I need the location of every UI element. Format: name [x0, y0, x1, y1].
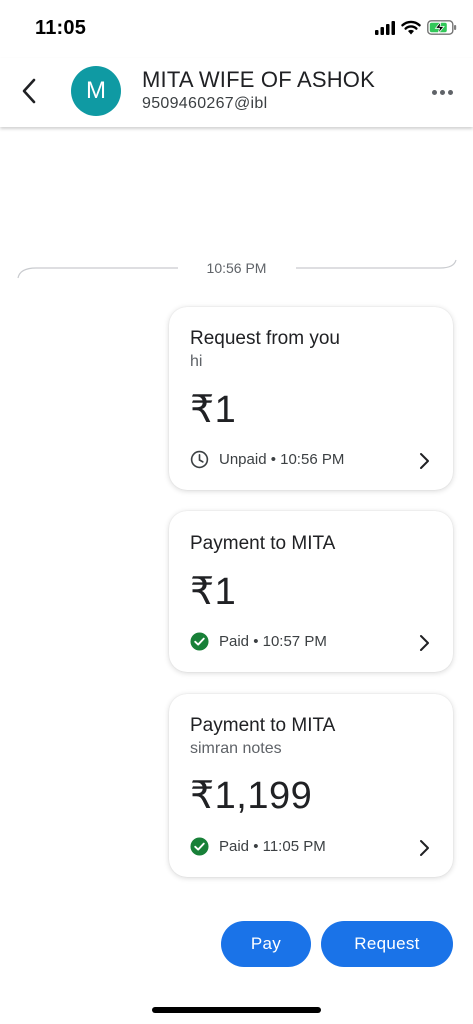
- status-icons: [375, 20, 457, 35]
- more-options-dot: [447, 89, 453, 95]
- transaction-title: Request from you: [190, 328, 340, 349]
- transaction-title: Payment to MITA: [190, 715, 336, 736]
- avatar[interactable]: M: [71, 66, 121, 116]
- battery-charging-icon: [427, 20, 457, 35]
- transaction-note: hi: [190, 353, 203, 370]
- contact-name[interactable]: MITA WIFE OF ASHOK: [142, 67, 375, 93]
- pay-button[interactable]: Pay: [221, 921, 311, 967]
- contact-upi-id: 9509460267@ibl: [142, 95, 268, 112]
- time-divider: 10:56 PM: [0, 258, 473, 282]
- back-arrow-icon: [22, 78, 36, 104]
- transaction-title: Payment to MITA: [190, 533, 336, 554]
- transaction-note: simran notes: [190, 740, 282, 757]
- divider-time-label: 10:56 PM: [206, 260, 267, 276]
- home-indicator[interactable]: [152, 1007, 321, 1013]
- check-circle-icon: [190, 837, 209, 856]
- transaction-status-text: Unpaid • 10:56 PM: [219, 451, 345, 468]
- chevron-right-icon: [420, 453, 429, 469]
- status-time: 11:05: [35, 17, 87, 39]
- clock-icon: [190, 450, 209, 469]
- request-button[interactable]: Request: [321, 921, 453, 967]
- transaction-amount: ₹1: [190, 389, 237, 431]
- more-options-dot: [439, 89, 445, 95]
- transaction-amount: ₹1,199: [190, 775, 313, 817]
- conversation-header: M MITA WIFE OF ASHOK 9509460267@ibl: [0, 58, 473, 127]
- back-button[interactable]: [14, 74, 44, 108]
- transaction-status: Paid • 10:57 PM: [190, 632, 327, 651]
- avatar-letter: M: [86, 77, 106, 104]
- transaction-card-payment[interactable]: Payment to MITA simran notes ₹1,199 Paid…: [169, 694, 453, 877]
- chevron-right-icon: [420, 840, 429, 856]
- chevron-right-icon: [420, 635, 429, 651]
- transaction-amount: ₹1: [190, 571, 237, 613]
- more-options-icon: [431, 89, 437, 95]
- transaction-status: Paid • 11:05 PM: [190, 837, 326, 856]
- transaction-status: Unpaid • 10:56 PM: [190, 450, 344, 469]
- status-bar: 11:05: [0, 0, 473, 58]
- transaction-card-payment[interactable]: Payment to MITA ₹1 Paid • 10:57 PM: [169, 511, 453, 672]
- wifi-icon: [401, 20, 421, 35]
- more-options-button[interactable]: [429, 82, 455, 102]
- cellular-signal-icon: [375, 20, 395, 35]
- transaction-status-text: Paid • 10:57 PM: [219, 633, 327, 650]
- transaction-card-request[interactable]: Request from you hi ₹1 Unpaid • 10:56 PM: [169, 307, 453, 490]
- check-circle-icon: [190, 632, 209, 651]
- transaction-status-text: Paid • 11:05 PM: [219, 838, 326, 855]
